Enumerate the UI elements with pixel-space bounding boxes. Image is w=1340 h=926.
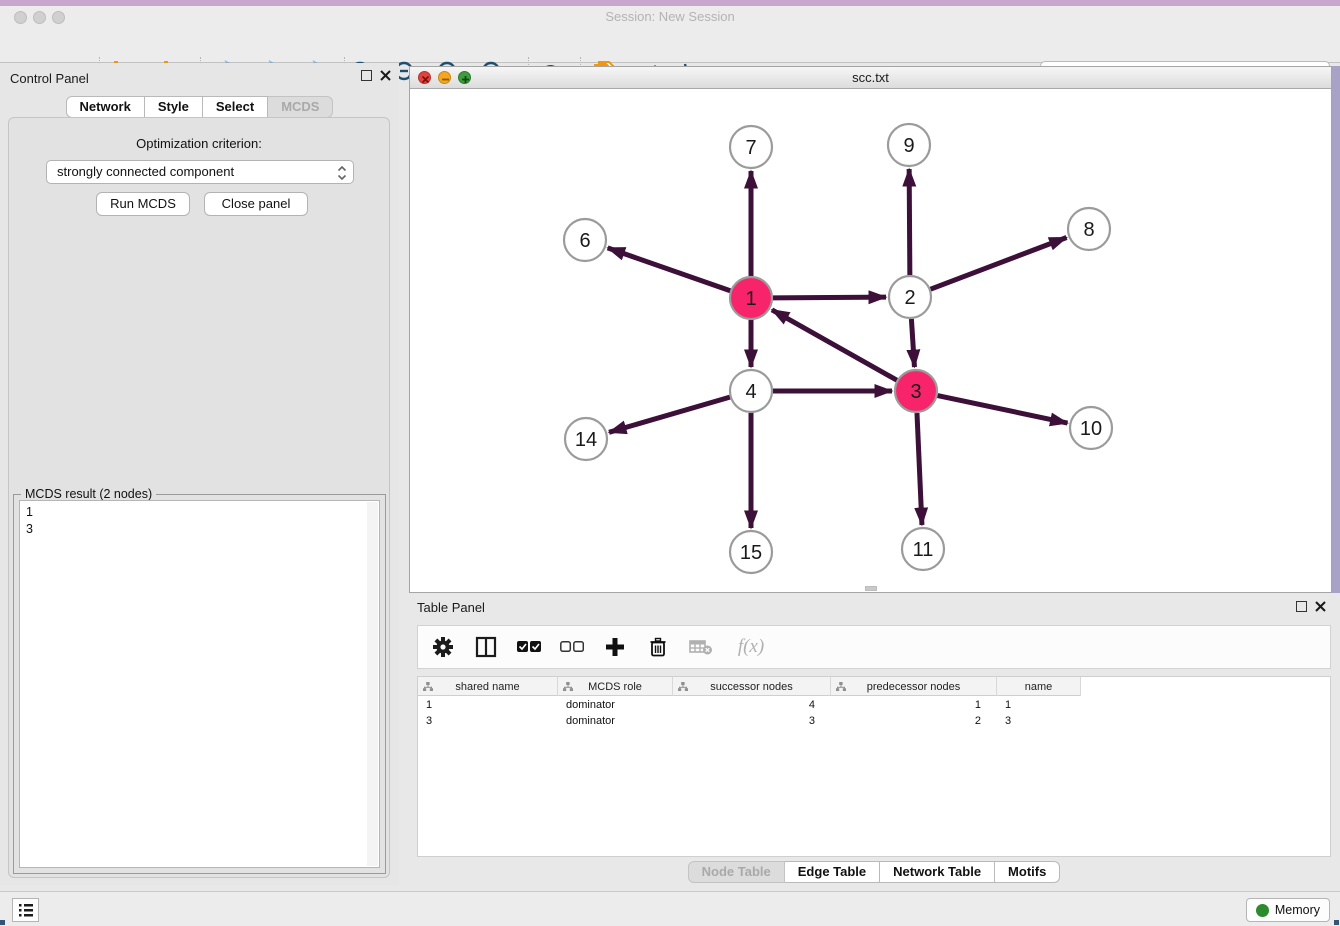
function-builder-icon: f(x): [731, 634, 771, 660]
table-row[interactable]: 1dominator411: [418, 697, 1081, 713]
application-window: Session: New Session: [0, 0, 1340, 926]
graph-edge-1-6[interactable]: [608, 248, 731, 291]
float-table-panel-icon[interactable]: [1296, 601, 1307, 612]
run-mcds-button[interactable]: Run MCDS: [96, 192, 190, 216]
table-cell[interactable]: dominator: [558, 713, 673, 729]
graph-node-label: 11: [913, 539, 934, 561]
graph-edge-2-8[interactable]: [931, 238, 1067, 290]
column-header-MCDS-role[interactable]: MCDS role: [558, 677, 673, 696]
task-history-button[interactable]: [12, 898, 39, 922]
graph-node-label: 3: [910, 381, 921, 403]
close-panel-button[interactable]: Close panel: [204, 192, 308, 216]
optimization-criterion-select[interactable]: strongly connected component: [46, 160, 354, 184]
network-canvas[interactable]: 7 9 6 8 1 2 4 3 14 10 15 11: [410, 90, 1331, 592]
memory-label: Memory: [1275, 903, 1320, 917]
control-panel-tabs: Network Style Select MCDS: [0, 96, 399, 118]
graph-node-label: 8: [1083, 219, 1094, 241]
result-line: 1: [26, 504, 373, 521]
graph-node-label: 4: [745, 381, 756, 403]
graph-edge-4-14[interactable]: [609, 397, 730, 432]
resize-grip[interactable]: [1334, 920, 1339, 925]
control-panel-title: Control Panel: [10, 71, 89, 86]
column-header-successor-nodes[interactable]: successor nodes: [673, 677, 831, 696]
network-graph[interactable]: 7 9 6 8 1 2 4 3 14 10 15 11: [410, 90, 1331, 593]
table-toolbar: f(x): [417, 625, 1331, 669]
canvas-scroll-thumb[interactable]: [865, 586, 877, 591]
unselect-all-columns-icon[interactable]: [559, 634, 585, 660]
window-frame-right: [1332, 66, 1340, 593]
mcds-result-group: MCDS result (2 nodes) 13: [13, 494, 386, 874]
table-cell[interactable]: 1: [997, 697, 1081, 713]
table-panel: Table Panel: [408, 595, 1340, 888]
network-window-titlebar[interactable]: scc.txt: [410, 67, 1331, 89]
network-window-title: scc.txt: [410, 70, 1331, 85]
table-header-row: shared nameMCDS rolesuccessor nodesprede…: [418, 677, 1081, 696]
graph-node-label: 6: [579, 230, 590, 252]
table-cell[interactable]: 3: [673, 713, 831, 729]
graph-node-label: 2: [904, 287, 915, 309]
combo-stepper-icon: [337, 164, 347, 182]
window-title: Session: New Session: [0, 9, 1340, 24]
graph-node-label: 10: [1080, 418, 1102, 440]
titlebar: Session: New Session: [0, 6, 1340, 28]
table-row[interactable]: 3dominator323: [418, 713, 1081, 729]
table-cell[interactable]: 3: [418, 713, 558, 729]
show-columns-icon[interactable]: [473, 634, 499, 660]
optimization-criterion-value: strongly connected component: [57, 164, 234, 179]
mcds-result-list[interactable]: 13: [19, 500, 380, 868]
tab-network[interactable]: Network: [66, 96, 145, 118]
delete-column-icon[interactable]: [645, 634, 671, 660]
table-tabs: Node Table Edge Table Network Table Moti…: [408, 861, 1340, 883]
table-cell[interactable]: 2: [831, 713, 997, 729]
main-toolbar: [0, 28, 1340, 63]
node-table[interactable]: shared nameMCDS rolesuccessor nodesprede…: [417, 676, 1331, 857]
graph-edge-1-2[interactable]: [773, 297, 886, 298]
result-line: 3: [26, 521, 373, 538]
graph-edge-3-1[interactable]: [772, 310, 897, 380]
table-cell[interactable]: 1: [831, 697, 997, 713]
table-cell[interactable]: dominator: [558, 697, 673, 713]
graph-edge-3-11[interactable]: [917, 413, 922, 525]
column-header-predecessor-nodes[interactable]: predecessor nodes: [831, 677, 997, 696]
table-cell[interactable]: 3: [997, 713, 1081, 729]
result-scrollbar[interactable]: [367, 502, 378, 866]
mcds-tab-content: Optimization criterion: strongly connect…: [8, 117, 390, 878]
tab-mcds[interactable]: MCDS: [268, 96, 333, 118]
tab-select[interactable]: Select: [203, 96, 268, 118]
tab-node-table[interactable]: Node Table: [688, 861, 785, 883]
list-icon: [17, 902, 35, 918]
control-panel: Control Panel Network Style Select MCDS …: [0, 63, 399, 885]
memory-status-dot: [1256, 904, 1269, 917]
graph-edge-2-9[interactable]: [909, 169, 910, 275]
table-cell[interactable]: 1: [418, 697, 558, 713]
float-panel-icon[interactable]: [361, 70, 372, 81]
tab-network-table[interactable]: Network Table: [880, 861, 995, 883]
memory-button[interactable]: Memory: [1246, 898, 1330, 922]
table-cell[interactable]: 4: [673, 697, 831, 713]
tab-style[interactable]: Style: [145, 96, 203, 118]
close-table-panel-icon[interactable]: [1315, 601, 1326, 612]
table-settings-gear-icon[interactable]: [430, 634, 456, 660]
graph-node-label: 9: [903, 135, 914, 157]
graph-edge-2-3[interactable]: [911, 319, 914, 367]
graph-node-label: 14: [575, 429, 597, 451]
resize-grip: [0, 920, 5, 925]
status-bar: Memory: [0, 891, 1340, 926]
select-all-columns-icon[interactable]: [516, 634, 542, 660]
network-view-window: scc.txt 7 9 6 8 1 2 4 3 14 10 15 11: [409, 66, 1332, 593]
graph-node-label: 15: [740, 542, 762, 564]
column-header-shared-name[interactable]: shared name: [418, 677, 558, 696]
tab-motifs[interactable]: Motifs: [995, 861, 1060, 883]
destroy-table-icon: [688, 634, 714, 660]
create-column-icon[interactable]: [602, 634, 628, 660]
mcds-result-title: MCDS result (2 nodes): [21, 487, 156, 501]
tab-edge-table[interactable]: Edge Table: [785, 861, 880, 883]
column-header-name[interactable]: name: [997, 677, 1081, 696]
graph-edge-3-10[interactable]: [938, 396, 1068, 423]
graph-node-label: 7: [745, 137, 756, 159]
table-panel-title: Table Panel: [417, 600, 485, 615]
close-panel-icon[interactable]: [380, 70, 391, 81]
graph-node-label: 1: [745, 288, 756, 310]
optimization-criterion-label: Optimization criterion:: [9, 136, 389, 151]
